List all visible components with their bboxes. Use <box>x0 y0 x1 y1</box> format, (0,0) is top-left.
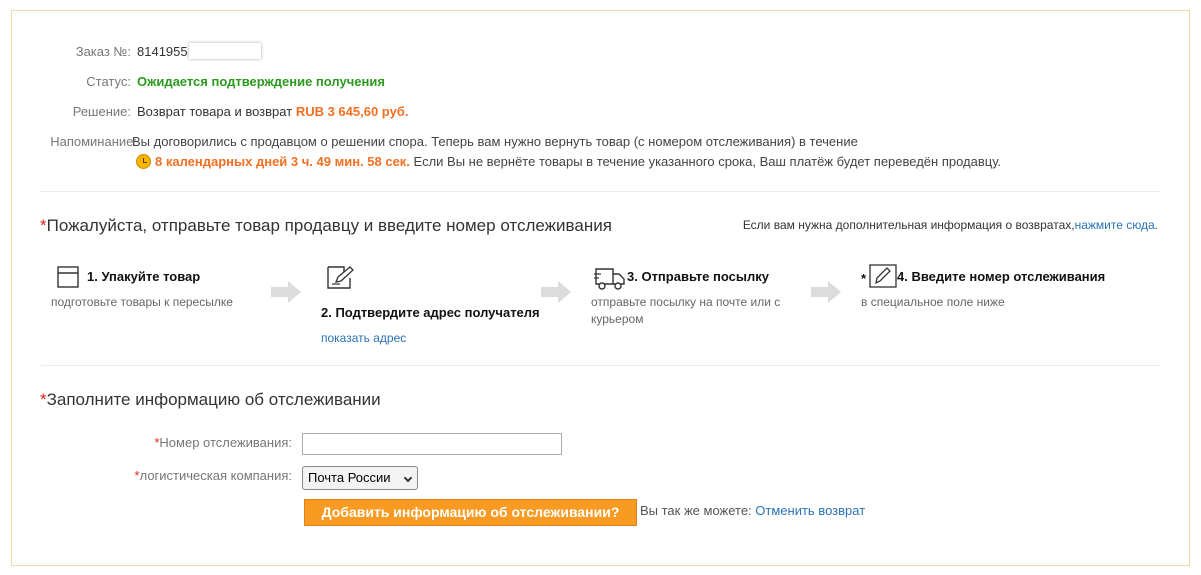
order-row: Заказ №: 8141955 <box>12 42 261 62</box>
help-link[interactable]: нажмите сюда. <box>1075 218 1158 232</box>
reminder-line-2: 8 календарных дней 3 ч. 49 мин. 58 сек. … <box>136 152 1001 172</box>
step-3-desc: отправьте посылку на почте или с курьеро… <box>591 295 781 326</box>
countdown-timer: 8 календарных дней 3 ч. 49 мин. 58 сек. <box>155 154 410 169</box>
refund-amount: RUB 3 645,60 руб. <box>295 104 409 119</box>
step-3-title: 3. Отправьте посылку <box>627 269 769 284</box>
return-help: Если вам нужна дополнительная информация… <box>743 218 1158 232</box>
tracking-section-title: *Заполните информацию об отслеживании <box>40 390 381 410</box>
step-1-desc: подготовьте товары к пересылке <box>51 295 233 309</box>
edit-address-icon <box>327 266 354 289</box>
step-arrow-icon <box>811 281 841 303</box>
tracking-section-title-text: Заполните информацию об отслеживании <box>46 390 381 409</box>
reminder-label: Напоминание: <box>50 134 137 149</box>
step-1-title: 1. Упакуйте товар <box>87 269 201 284</box>
decision-text: Возврат товара и возврат <box>137 104 293 119</box>
step-2-title: 2. Подтвердите адрес получателя <box>321 305 540 320</box>
box-icon <box>57 266 79 288</box>
help-text: Если вам нужна дополнительная информация… <box>742 218 1075 232</box>
cancel-return-link[interactable]: Отменить возврат <box>755 503 865 518</box>
carrier-label-text: логистическая компания: <box>139 468 292 483</box>
status-row: Статус: Ожидается подтверждение получени… <box>12 72 385 92</box>
divider <box>41 191 1160 192</box>
carrier-selected-value: Почта России <box>308 470 391 485</box>
reminder-warning: Если Вы не вернёте товары в течение указ… <box>413 154 1002 169</box>
carrier-select[interactable]: Почта России <box>302 466 418 490</box>
alternative-action: Вы так же можете: Отменить возврат <box>640 503 865 518</box>
required-mark: * <box>40 216 47 235</box>
status-value: Ожидается подтверждение получения <box>137 74 385 89</box>
send-section-title-text: Пожалуйста, отправьте товар продавцу и в… <box>46 216 612 235</box>
carrier-label: *логистическая компания: <box>12 468 292 483</box>
redaction-mask <box>188 43 261 59</box>
order-number-line: 8141955 <box>137 42 261 62</box>
order-number: 8141955 <box>137 44 188 59</box>
order-label: Заказ №: <box>75 44 131 59</box>
step-4-title: 4. Введите номер отслеживания <box>897 269 1106 284</box>
step-arrow-icon <box>271 281 301 303</box>
alt-text: Вы так же можете: <box>640 503 752 518</box>
send-section-title: *Пожалуйста, отправьте товар продавцу и … <box>40 216 612 236</box>
clock-icon <box>136 154 151 169</box>
step-4-prefix: * <box>861 271 867 286</box>
decision-label: Решение: <box>72 104 131 119</box>
reminder-line-1: Вы договорились с продавцом о решении сп… <box>132 134 858 149</box>
show-address-link[interactable]: показать адрес <box>321 331 406 345</box>
step-4-desc: в специальное поле ниже <box>861 295 1005 309</box>
decision-value: Возврат товара и возврат RUB 3 645,60 ру… <box>137 102 408 122</box>
truck-icon <box>594 268 625 290</box>
required-mark: * <box>40 390 47 409</box>
tracking-number-label-text: Номер отслеживания: <box>159 435 292 450</box>
tracking-number-input[interactable] <box>302 433 562 455</box>
status-label: Статус: <box>86 74 131 89</box>
tracking-number-label: *Номер отслеживания: <box>12 435 292 450</box>
step-arrow-icon <box>541 281 571 303</box>
return-panel: Заказ №: 8141955 Статус: Ожидается подтв… <box>11 10 1190 566</box>
chevron-down-icon <box>403 473 413 483</box>
decision-row: Решение: Возврат товара и возврат RUB 3 … <box>12 102 409 122</box>
reminder-text: Вы договорились с продавцом о решении сп… <box>132 132 1001 172</box>
divider <box>41 365 1160 366</box>
add-tracking-button[interactable]: Добавить информацию об отслеживании? <box>304 499 637 526</box>
pencil-icon <box>869 264 897 288</box>
